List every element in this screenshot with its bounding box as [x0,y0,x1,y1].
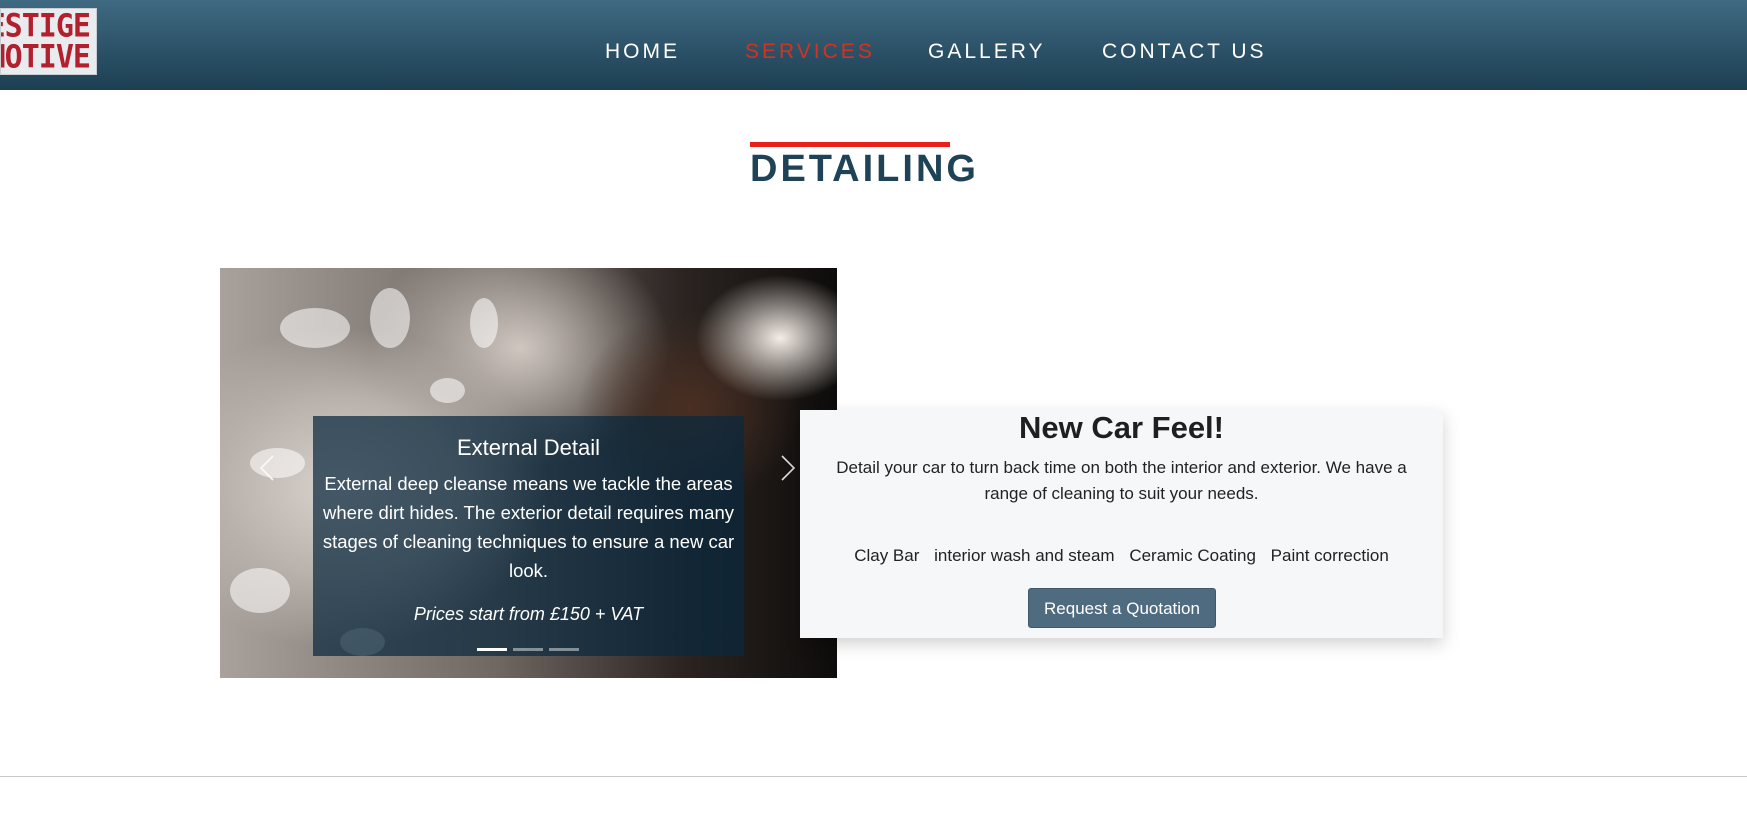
carousel-indicator-3[interactable] [549,648,579,651]
nav-services[interactable]: SERVICES [745,38,875,66]
carousel-indicators [477,648,579,652]
tag-ceramic-coating: Ceramic Coating [1129,546,1256,565]
card-description: Detail your car to turn back time on bot… [836,458,1407,503]
chevron-left-icon[interactable] [259,455,274,481]
carousel-indicator-1[interactable] [477,648,507,651]
tag-paint-correction: Paint correction [1270,546,1389,565]
nav-contact-us[interactable]: CONTACT US [1102,38,1267,66]
carousel-indicator-2[interactable] [513,648,543,651]
footer-divider [0,776,1747,777]
tag-clay-bar: Clay Bar [854,546,920,565]
slide-description: External deep cleanse means we tackle th… [322,473,735,581]
site-header: ESTIGE MOTIVE HOME SERVICES GALLERY CONT… [0,0,1747,90]
carousel-caption: External Detail External deep cleanse me… [313,416,744,656]
nav-home[interactable]: HOME [605,38,680,66]
nav-gallery[interactable]: GALLERY [928,38,1046,66]
request-quotation-button[interactable]: Request a Quotation [1028,588,1216,628]
service-carousel[interactable]: External Detail External deep cleanse me… [220,268,837,678]
main-nav: HOME SERVICES GALLERY CONTACT US [0,0,1747,90]
card-title: New Car Feel! [1018,410,1224,445]
service-info-card: New Car Feel! Detail your car to turn ba… [800,410,1443,638]
slide-title: External Detail [456,435,601,460]
service-tags: Clay Bar interior wash and steam Ceramic… [800,544,1443,568]
tag-interior-wash: interior wash and steam [934,546,1115,565]
slide-price: Prices start from £150 + VAT [413,604,644,624]
chevron-right-icon[interactable] [781,455,796,481]
section-title: DETAILING [750,148,979,190]
